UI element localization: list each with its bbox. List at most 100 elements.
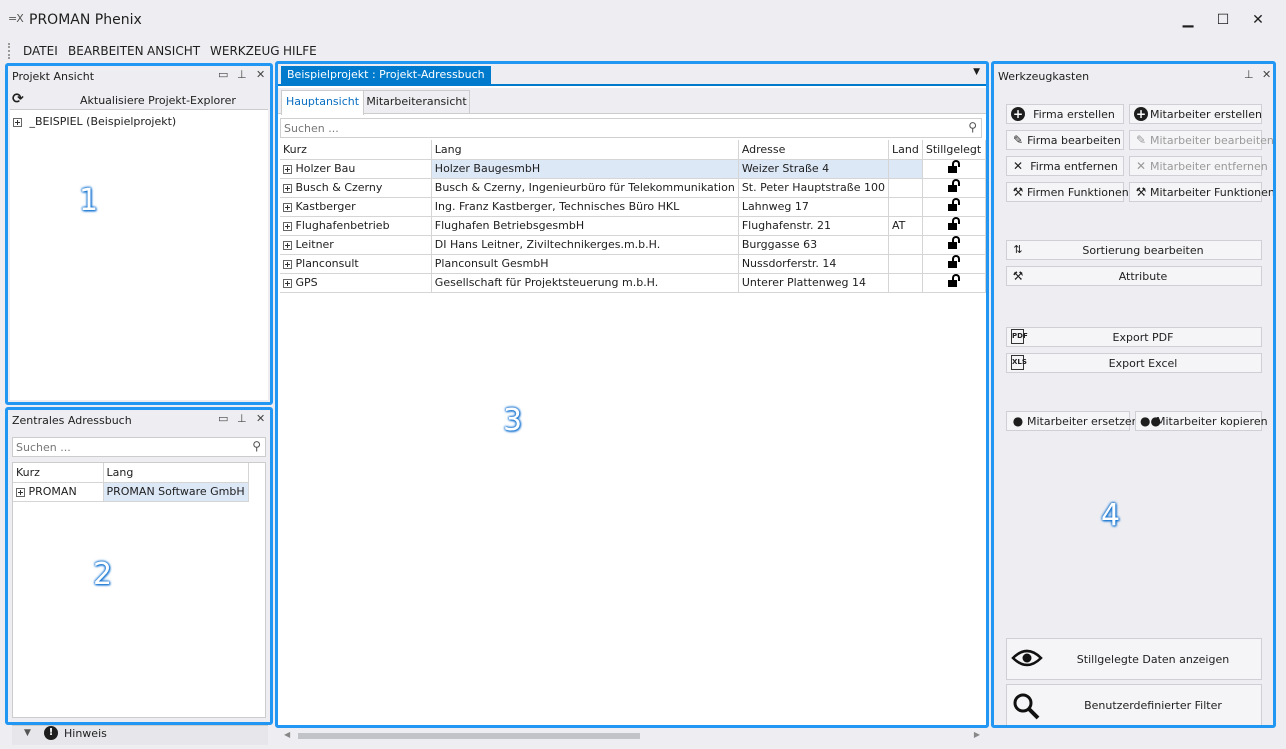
mitarbeiter-erstellen-button[interactable]: + Mitarbeiter erstellen [1129,104,1262,124]
column-header[interactable]: Stillgelegt [922,140,987,160]
expand-icon[interactable] [13,117,22,127]
column-header[interactable]: Kurz [280,140,432,160]
cell-land[interactable]: AT [888,216,923,236]
minimize-button[interactable]: ▁ [1173,8,1203,32]
pin-icon[interactable]: ⊥ [1244,68,1254,81]
cell-lang[interactable]: PROMAN Software GmbH [103,482,249,502]
scrollbar-thumb[interactable] [298,733,640,739]
column-header[interactable]: Land [888,140,923,160]
table-row[interactable]: Holzer Bau Holzer BaugesmbH Weizer Straß… [280,159,987,179]
cell-lang[interactable]: Busch & Czerny, Ingenieurbüro für Teleko… [431,178,739,198]
pin-icon[interactable]: ⊥ [237,412,247,425]
stillgelegte-daten-button[interactable]: Stillgelegte Daten anzeigen [1006,638,1262,680]
cell-stillgelegt[interactable] [922,178,987,198]
mitarbeiter-kopieren-button[interactable]: ●● Mitarbeiter kopieren [1135,411,1268,431]
cell-kurz[interactable]: Planconsult [280,254,432,274]
cell-adresse[interactable]: Nussdorferstr. 14 [738,254,889,274]
cell-land[interactable] [888,197,923,217]
adressbuch-search[interactable]: Suchen ... ⚲ [12,437,266,457]
firma-bearbeiten-button[interactable]: ✎ Firma bearbeiten [1006,130,1124,150]
cell-kurz[interactable]: Busch & Czerny [280,178,432,198]
cell-kurz[interactable]: Kastberger [280,197,432,217]
cell-adresse[interactable]: Burggasse 63 [738,235,889,255]
cell-land[interactable] [888,178,923,198]
doc-tab[interactable]: Beispielprojekt : Projekt-Adressbuch [281,66,491,86]
table-row[interactable]: GPS Gesellschaft für Projektsteuerung m.… [280,273,987,293]
cell-land[interactable] [888,254,923,274]
table-row[interactable]: Kastberger Ing. Franz Kastberger, Techni… [280,197,987,217]
cell-lang[interactable]: Flughafen BetriebsgesmbH [431,216,739,236]
expand-icon[interactable] [16,487,25,497]
cell-lang[interactable]: DI Hans Leitner, Ziviltechnikerges.m.b.H… [431,235,739,255]
menu-datei[interactable]: DATEI [23,44,58,58]
table-row[interactable]: Busch & Czerny Busch & Czerny, Ingenieur… [280,178,987,198]
table-row[interactable]: Planconsult Planconsult GesmbH Nussdorfe… [280,254,987,274]
search-input[interactable]: Suchen ... [16,441,71,454]
horizontal-scrollbar[interactable]: ◀ ▶ [280,729,984,743]
cell-land[interactable] [888,159,923,179]
tab-dropdown-icon[interactable]: ▼ [973,67,980,77]
pin-icon[interactable]: ⊥ [237,68,247,81]
expand-icon[interactable] [283,164,292,174]
search-input[interactable]: Suchen ... [284,122,339,135]
hinweis-bar[interactable]: ▼ ! Hinweis [12,725,268,745]
refresh-button[interactable]: ⟳ Aktualisiere Projekt-Explorer [10,90,268,110]
sortierung-bearbeiten-button[interactable]: ⇅ Sortierung bearbeiten [1006,240,1262,260]
firma-erstellen-button[interactable]: + Firma erstellen [1006,104,1124,124]
firma-entfernen-button[interactable]: ✕ Firma entfernen [1006,156,1124,176]
cell-adresse[interactable]: Lahnweg 17 [738,197,889,217]
cell-adresse[interactable]: Flughafenstr. 21 [738,216,889,236]
attribute-button[interactable]: ⚒ Attribute [1006,266,1262,286]
menu-bearbeiten[interactable]: BEARBEITEN [68,44,144,58]
cell-adresse[interactable]: Weizer Straße 4 [738,159,889,179]
mitarbeiter-entfernen-button[interactable]: ✕ Mitarbeiter entfernen [1129,156,1268,176]
cell-stillgelegt[interactable] [922,235,987,255]
mitarbeiter-bearbeiten-button[interactable]: ✎ Mitarbeiter bearbeiten [1129,130,1274,150]
float-icon[interactable]: ▭ [218,68,228,81]
mitarbeiter-ersetzen-button[interactable]: ● Mitarbeiter ersetzen [1006,411,1139,431]
export-excel-button[interactable]: XLS Export Excel [1006,353,1262,373]
cell-kurz[interactable]: PROMAN [13,482,104,502]
search-icon[interactable]: ⚲ [968,120,977,134]
menu-werkzeug[interactable]: WERKZEUG [210,44,280,58]
scroll-left-icon[interactable]: ◀ [284,730,290,739]
cell-land[interactable] [888,273,923,293]
export-pdf-button[interactable]: PDF Export PDF [1006,327,1262,347]
cell-stillgelegt[interactable] [922,197,987,217]
tab-hauptansicht[interactable]: Hauptansicht [281,90,364,115]
float-icon[interactable]: ▭ [218,412,228,425]
center-search[interactable]: Suchen ... ⚲ [280,118,982,138]
cell-adresse[interactable]: St. Peter Hauptstraße 100 [738,178,889,198]
close-panel-icon[interactable]: ✕ [256,68,265,81]
cell-lang[interactable]: Gesellschaft für Projektsteuerung m.b.H. [431,273,739,293]
close-panel-icon[interactable]: ✕ [256,412,265,425]
close-panel-icon[interactable]: ✕ [1262,68,1271,81]
close-button[interactable]: ✕ [1243,8,1273,32]
cell-adresse[interactable]: Unterer Plattenweg 14 [738,273,889,293]
cell-kurz[interactable]: Flughafenbetrieb [280,216,432,236]
cell-land[interactable] [888,235,923,255]
expand-icon[interactable] [283,259,292,269]
expand-icon[interactable] [283,221,292,231]
scroll-right-icon[interactable]: ▶ [974,730,980,739]
menu-hilfe[interactable]: HILFE [283,44,317,58]
cell-kurz[interactable]: Leitner [280,235,432,255]
table-row[interactable]: Leitner DI Hans Leitner, Ziviltechnikerg… [280,235,987,255]
cell-kurz[interactable]: GPS [280,273,432,293]
cell-stillgelegt[interactable] [922,216,987,236]
cell-kurz[interactable]: Holzer Bau [280,159,432,179]
tree-item[interactable]: _BEISPIEL (Beispielprojekt) [13,115,176,128]
column-header[interactable]: Adresse [738,140,889,160]
benutzerdefinierter-filter-button[interactable]: Benutzerdefinierter Filter [1006,684,1262,726]
cell-stillgelegt[interactable] [922,273,987,293]
expand-icon[interactable] [283,278,292,288]
menu-ansicht[interactable]: ANSICHT [147,44,200,58]
search-icon[interactable]: ⚲ [252,439,261,453]
cell-lang[interactable]: Planconsult GesmbH [431,254,739,274]
table-row[interactable]: PROMAN PROMAN Software GmbH [13,482,249,502]
cell-lang[interactable]: Holzer BaugesmbH [431,159,739,179]
mitarbeiter-funktionen-button[interactable]: ⚒ Mitarbeiter Funktionen [1129,182,1275,202]
expand-icon[interactable] [283,183,292,193]
column-header[interactable]: Lang [431,140,739,160]
collapse-arrow-icon[interactable]: ▼ [24,728,31,738]
